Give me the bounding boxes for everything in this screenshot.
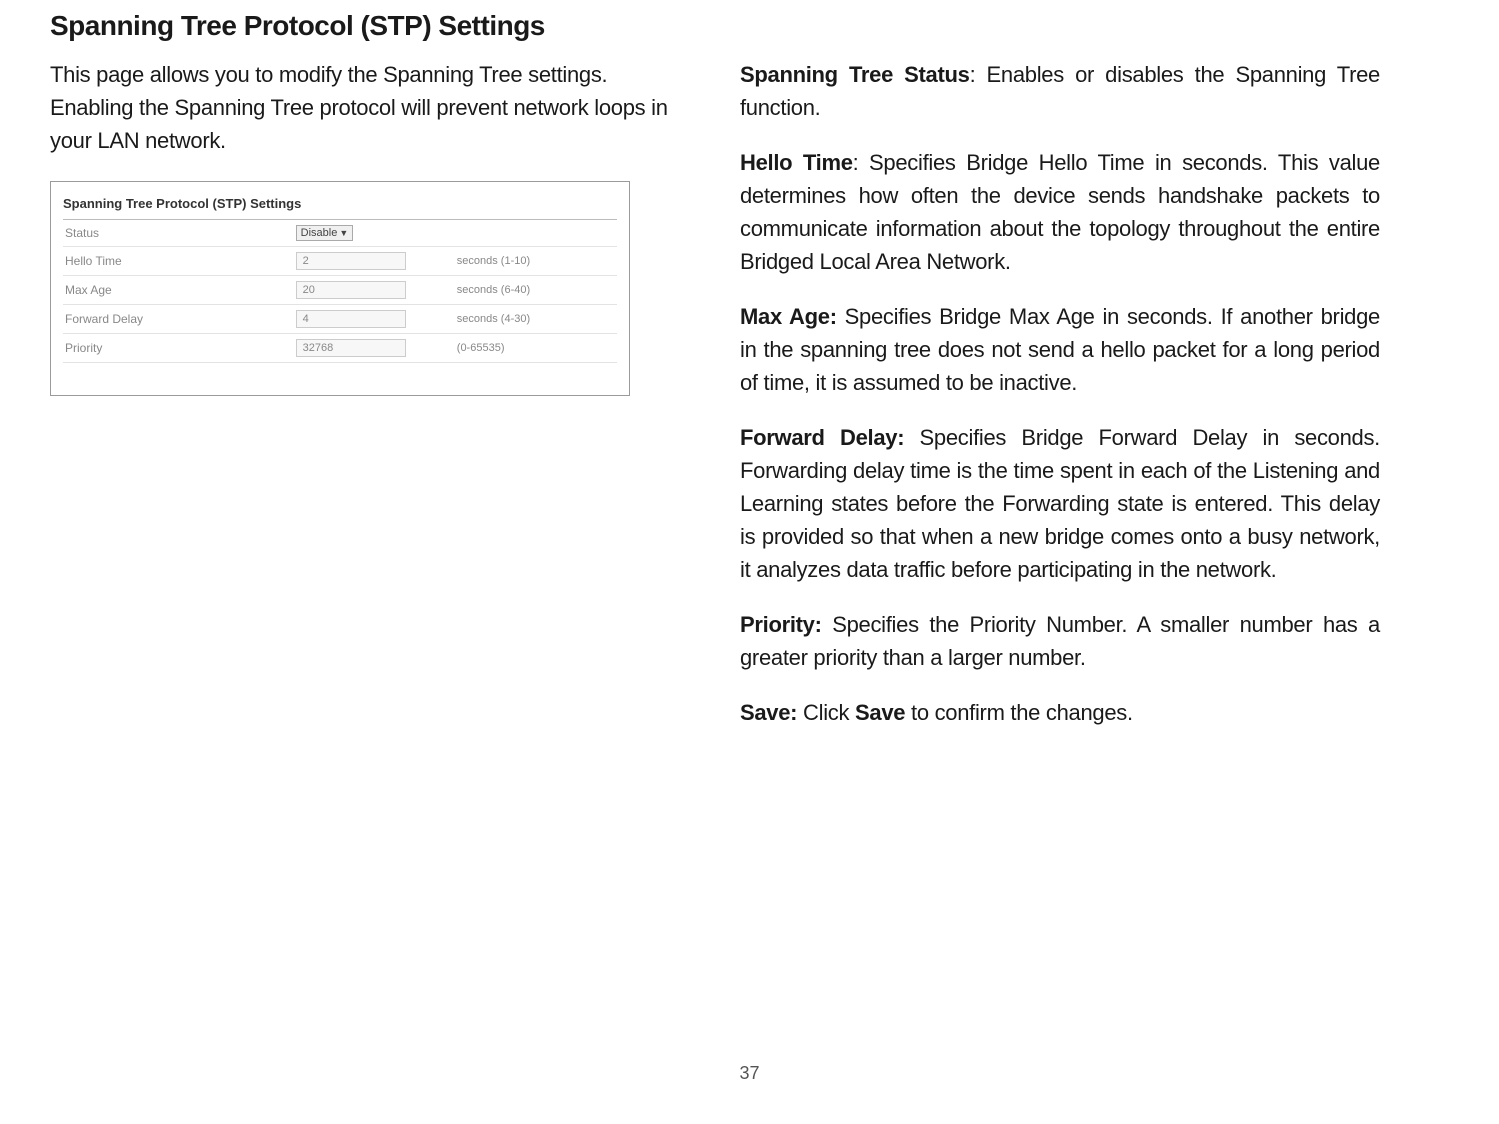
settings-table: Status Disable ▼ Hello Time 2 — [63, 220, 617, 363]
hello-time-input-cell: 2 — [296, 252, 451, 270]
desc-priority-term: Priority: — [740, 612, 822, 637]
forward-delay-input-cell: 4 — [296, 310, 451, 328]
desc-hello-term: Hello Time — [740, 150, 853, 175]
status-input-cell: Disable ▼ — [296, 225, 451, 241]
priority-input-cell: 32768 — [296, 339, 451, 357]
left-column: This page allows you to modify the Spann… — [50, 58, 670, 751]
priority-label: Priority — [63, 341, 296, 355]
hello-time-input[interactable]: 2 — [296, 252, 406, 270]
settings-screenshot: Spanning Tree Protocol (STP) Settings St… — [50, 181, 630, 396]
desc-save-text-after: to confirm the changes. — [905, 700, 1133, 725]
chevron-down-icon: ▼ — [339, 228, 348, 238]
max-age-hint: seconds (6-40) — [451, 284, 617, 296]
priority-hint: (0-65535) — [451, 342, 617, 354]
desc-status: Spanning Tree Status: Enables or disable… — [740, 58, 1380, 124]
desc-status-term: Spanning Tree Status — [740, 62, 970, 87]
settings-row-max-age: Max Age 20 seconds (6-40) — [63, 276, 617, 305]
page-number: 37 — [739, 1063, 759, 1084]
desc-maxage-text: Specifies Bridge Max Age in seconds. If … — [740, 304, 1380, 395]
priority-input[interactable]: 32768 — [296, 339, 406, 357]
desc-maxage-term: Max Age: — [740, 304, 837, 329]
forward-delay-hint: seconds (4-30) — [451, 313, 617, 325]
settings-row-forward-delay: Forward Delay 4 seconds (4-30) — [63, 305, 617, 334]
desc-hello: Hello Time: Specifies Bridge Hello Time … — [740, 146, 1380, 278]
status-label: Status — [63, 226, 296, 240]
settings-row-priority: Priority 32768 (0-65535) — [63, 334, 617, 363]
content-columns: This page allows you to modify the Spann… — [50, 58, 1449, 751]
desc-maxage: Max Age: Specifies Bridge Max Age in sec… — [740, 300, 1380, 399]
desc-save: Save: Click Save to confirm the changes. — [740, 696, 1380, 729]
desc-forward: Forward Delay: Specifies Bridge Forward … — [740, 421, 1380, 586]
max-age-input[interactable]: 20 — [296, 281, 406, 299]
settings-row-hello-time: Hello Time 2 seconds (1-10) — [63, 247, 617, 276]
settings-panel-heading: Spanning Tree Protocol (STP) Settings — [63, 190, 617, 220]
settings-screenshot-inner: Spanning Tree Protocol (STP) Settings St… — [53, 184, 627, 393]
desc-priority-text: Specifies the Priority Number. A smaller… — [740, 612, 1380, 670]
desc-forward-term: Forward Delay: — [740, 425, 904, 450]
max-age-label: Max Age — [63, 283, 296, 297]
hello-time-hint: seconds (1-10) — [451, 255, 617, 267]
hello-time-label: Hello Time — [63, 254, 296, 268]
desc-save-term2: Save — [855, 700, 905, 725]
desc-priority: Priority: Specifies the Priority Number.… — [740, 608, 1380, 674]
forward-delay-input[interactable]: 4 — [296, 310, 406, 328]
status-select-value: Disable — [301, 227, 338, 239]
settings-row-status: Status Disable ▼ — [63, 220, 617, 247]
intro-paragraph: This page allows you to modify the Spann… — [50, 58, 670, 157]
status-select[interactable]: Disable ▼ — [296, 225, 354, 241]
max-age-input-cell: 20 — [296, 281, 451, 299]
page-title: Spanning Tree Protocol (STP) Settings — [50, 10, 1449, 42]
right-column: Spanning Tree Status: Enables or disable… — [740, 58, 1380, 751]
forward-delay-label: Forward Delay — [63, 312, 296, 326]
desc-save-text-before: Click — [797, 700, 855, 725]
desc-save-term: Save: — [740, 700, 797, 725]
